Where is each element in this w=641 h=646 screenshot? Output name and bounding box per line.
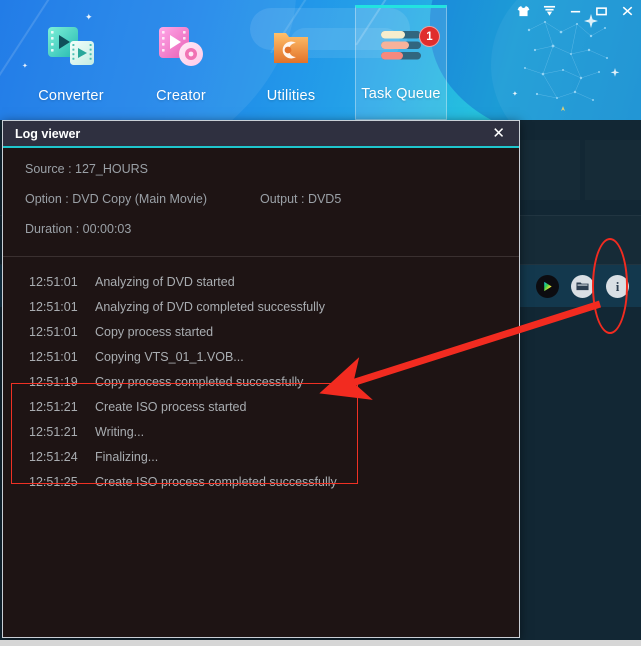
meta-row-option: Option : DVD Copy (Main Movie) Output : …: [3, 192, 519, 206]
dialog-meta: Source : 127_HOURS Option : DVD Copy (Ma…: [3, 148, 519, 256]
nav-label-converter: Converter: [38, 88, 104, 104]
log-entry-message: Writing...: [95, 424, 145, 439]
log-entry-message: Analyzing of DVD completed successfully: [95, 299, 325, 314]
log-entry-time: 12:51:01: [29, 324, 78, 339]
info-icon-letter: i: [615, 278, 620, 294]
log-entry[interactable]: 12:51:21 Create ISO process started: [3, 394, 519, 419]
log-entry-time: 12:51:19: [29, 374, 78, 389]
source-label: Source : 127_HOURS: [25, 162, 148, 176]
log-entry-time: 12:51:24: [29, 449, 78, 464]
folder-utilities-icon: [264, 20, 318, 76]
log-entry-message: Copying VTS_01_1.VOB...: [95, 349, 244, 364]
dialog-title-bar: Log viewer ✕: [3, 121, 519, 148]
dialog-title: Log viewer: [15, 126, 81, 141]
log-entry[interactable]: 12:51:24 Finalizing...: [3, 444, 519, 469]
play-icon[interactable]: [536, 274, 559, 298]
nav-label-utilities: Utilities: [266, 88, 316, 104]
close-icon[interactable]: ✕: [488, 124, 509, 143]
log-entry-message: Copy process completed successfully: [95, 374, 304, 389]
nav-item-utilities[interactable]: Utilities: [236, 8, 346, 116]
log-entry-time: 12:51:21: [29, 399, 78, 414]
log-entry[interactable]: 12:51:21 Writing...: [3, 419, 519, 444]
option-label: Option : DVD Copy (Main Movie): [25, 192, 208, 206]
log-entry-time: 12:51:01: [29, 349, 78, 364]
log-entry-time: 12:51:01: [29, 274, 78, 289]
disc-creator-icon: [154, 20, 208, 76]
log-entry[interactable]: 12:51:01 Analyzing of DVD started: [3, 269, 519, 294]
log-entry[interactable]: 12:51:25 Create ISO process completed suc…: [3, 469, 519, 494]
log-entry-time: 12:51:21: [29, 424, 78, 439]
main-nav: Converter Creator Utilities 1 Task Queue: [0, 0, 641, 120]
log-entry-list[interactable]: 12:51:01 Analyzing of DVD started 12:51:01…: [3, 257, 519, 646]
log-viewer-dialog: Log viewer ✕ Source : 127_HOURS Option :…: [2, 120, 520, 638]
log-entry[interactable]: 12:51:01 Copy process started: [3, 319, 519, 344]
log-entry-message: Copy process started: [95, 324, 214, 339]
duration-label: Duration : 00:00:03: [25, 222, 132, 236]
log-entry[interactable]: 12:51:01 Analyzing of DVD completed succe…: [3, 294, 519, 319]
nav-label-task-queue: Task Queue: [361, 86, 441, 102]
log-entry-time: 12:51:01: [29, 299, 78, 314]
video-converter-icon: [44, 20, 98, 76]
nav-item-converter[interactable]: Converter: [16, 8, 126, 116]
info-icon[interactable]: i: [606, 274, 629, 298]
log-entry-message: Finalizing...: [95, 449, 159, 464]
log-entry[interactable]: 12:51:01 Copying VTS_01_1.VOB...: [3, 344, 519, 369]
task-queue-badge: 1: [419, 26, 440, 47]
log-entry-message: Analyzing of DVD started: [95, 274, 235, 289]
log-entry[interactable]: 12:51:19 Copy process completed successfu…: [3, 369, 519, 394]
app-header: ✦ ✦ ✦ Converter Creator Utilities 1 Task…: [0, 0, 641, 120]
folder-icon[interactable]: [571, 274, 594, 298]
task-queue-icon: [375, 18, 427, 74]
nav-item-creator[interactable]: Creator: [126, 8, 236, 116]
nav-item-task-queue[interactable]: 1 Task Queue: [355, 5, 447, 120]
meta-row-source: Source : 127_HOURS: [3, 162, 519, 176]
log-entry-time: 12:51:25: [29, 474, 78, 489]
log-entry-message: Create ISO process started: [95, 399, 247, 414]
screen-bottom-strip: [0, 640, 641, 646]
meta-row-duration: Duration : 00:00:03: [3, 222, 519, 236]
nav-label-creator: Creator: [156, 88, 206, 104]
output-label: Output : DVD5: [260, 192, 342, 206]
app-window: i ✦ ✦ ✦ Converter Creator Utilities 1 Ta…: [0, 0, 641, 646]
log-entry-message: Create ISO process completed successfull…: [95, 474, 337, 489]
